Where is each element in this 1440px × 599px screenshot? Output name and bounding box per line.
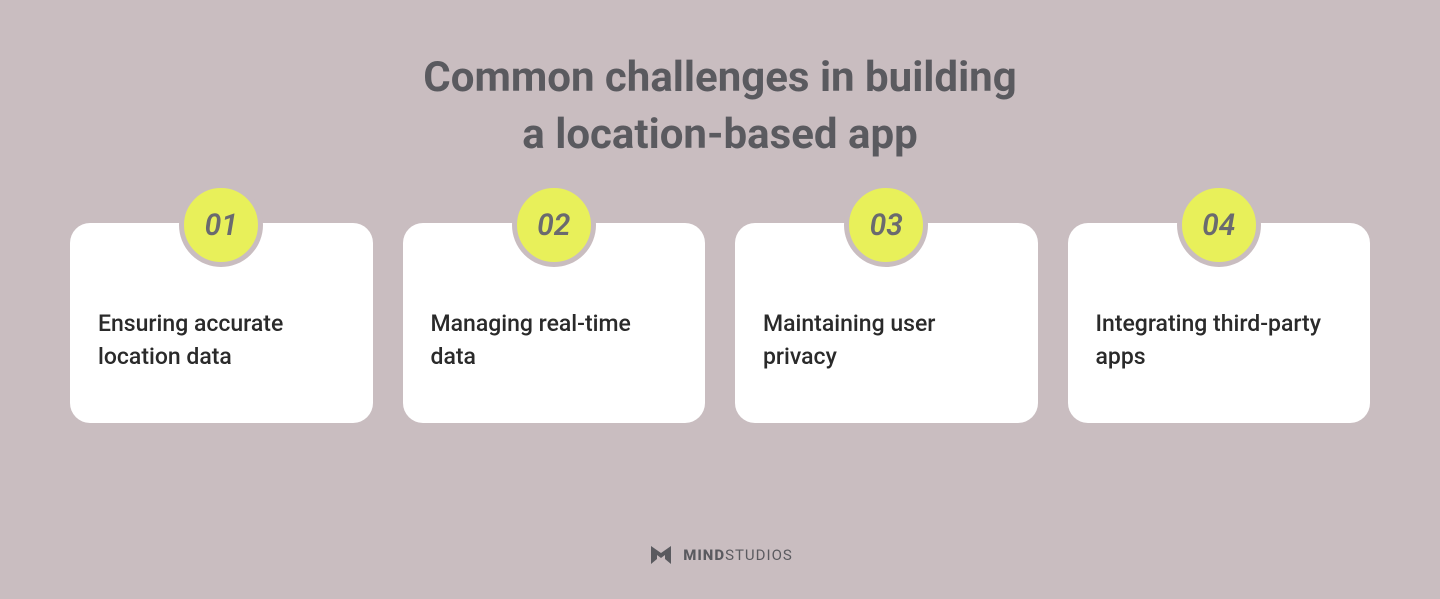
title-line-1: Common challenges in building [423,53,1016,102]
card-text: Maintaining user privacy [763,308,1010,372]
badge-number: 02 [537,208,570,243]
badge-number: 01 [205,208,238,243]
challenge-card: 02 Managing real-time data [403,223,706,423]
card-badge: 01 [179,183,263,267]
challenge-card: 03 Maintaining user privacy [735,223,1038,423]
brand-light: STUDIOS [725,546,793,564]
card-badge: 04 [1177,183,1261,267]
brand-bold: MIND [683,546,725,564]
challenge-card: 01 Ensuring accurate location data [70,223,373,423]
page-title: Common challenges in building a location… [423,50,1016,163]
cards-row: 01 Ensuring accurate location data 02 Ma… [70,223,1370,423]
footer-brand-text: MINDSTUDIOS [683,546,793,564]
card-text: Managing real-time data [431,308,678,372]
card-badge: 03 [844,183,928,267]
card-text: Integrating third-party apps [1096,308,1343,372]
mindstudios-logo-icon [647,541,675,569]
badge-number: 04 [1202,208,1235,243]
challenge-card: 04 Integrating third-party apps [1068,223,1371,423]
card-text: Ensuring accurate location data [98,308,345,372]
badge-number: 03 [870,208,903,243]
footer-branding: MINDSTUDIOS [647,541,793,569]
title-line-2: a location-based app [522,110,917,159]
card-badge: 02 [512,183,596,267]
